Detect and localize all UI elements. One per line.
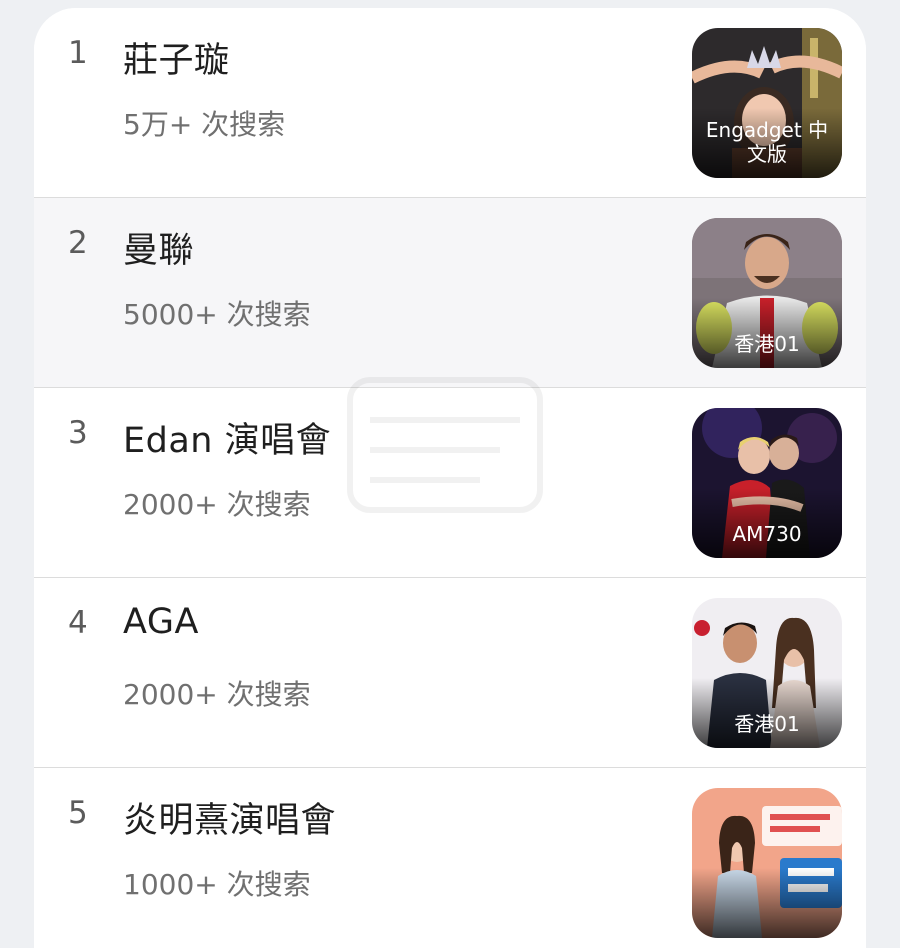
news-source-label: 香港01 — [734, 712, 800, 736]
trend-thumbnail[interactable]: AM730 — [692, 408, 842, 558]
news-source-label: Engadget 中文版 — [705, 118, 829, 166]
trend-row-2[interactable]: 2 曼聯 5000+ 次搜索 香港01 — [34, 198, 866, 388]
trend-title[interactable]: 炎明熹演唱會 — [123, 792, 336, 843]
trend-rank: 3 — [68, 415, 88, 451]
trend-thumbnail[interactable] — [692, 788, 842, 938]
trend-row-4[interactable]: 4 AGA 2000+ 次搜索 香港01 — [34, 578, 866, 768]
trend-search-count: 2000+ 次搜索 — [123, 488, 311, 521]
trend-thumbnail[interactable]: 香港01 — [692, 218, 842, 368]
trend-search-count: 5万+ 次搜索 — [123, 108, 286, 141]
trend-search-count: 2000+ 次搜索 — [123, 678, 311, 711]
trend-rank: 4 — [68, 605, 88, 641]
news-source-label: AM730 — [732, 522, 802, 546]
trend-thumbnail[interactable]: 香港01 — [692, 598, 842, 748]
trend-rank: 1 — [68, 35, 88, 71]
trend-title[interactable]: Edan 演唱會 — [123, 412, 331, 463]
trend-title[interactable]: 莊子璇 — [123, 32, 230, 83]
trend-thumbnail[interactable]: Engadget 中文版 — [692, 28, 842, 178]
news-source-label: 香港01 — [734, 332, 800, 356]
trend-rank: 5 — [68, 795, 88, 831]
trend-row-3[interactable]: 3 Edan 演唱會 2000+ 次搜索 AM730 — [34, 388, 866, 578]
trend-title[interactable]: 曼聯 — [123, 222, 194, 273]
trend-row-1[interactable]: 1 莊子璇 5万+ 次搜索 Engadget 中文版 — [34, 8, 866, 198]
trend-rank: 2 — [68, 225, 88, 261]
trend-title[interactable]: AGA — [123, 602, 199, 642]
trend-row-5[interactable]: 5 炎明熹演唱會 1000+ 次搜索 — [34, 768, 866, 948]
trend-search-count: 5000+ 次搜索 — [123, 298, 311, 331]
trend-search-count: 1000+ 次搜索 — [123, 868, 311, 901]
trending-list-card: 1 莊子璇 5万+ 次搜索 Engadget 中文版 2 曼聯 5000+ 次搜… — [34, 8, 866, 948]
